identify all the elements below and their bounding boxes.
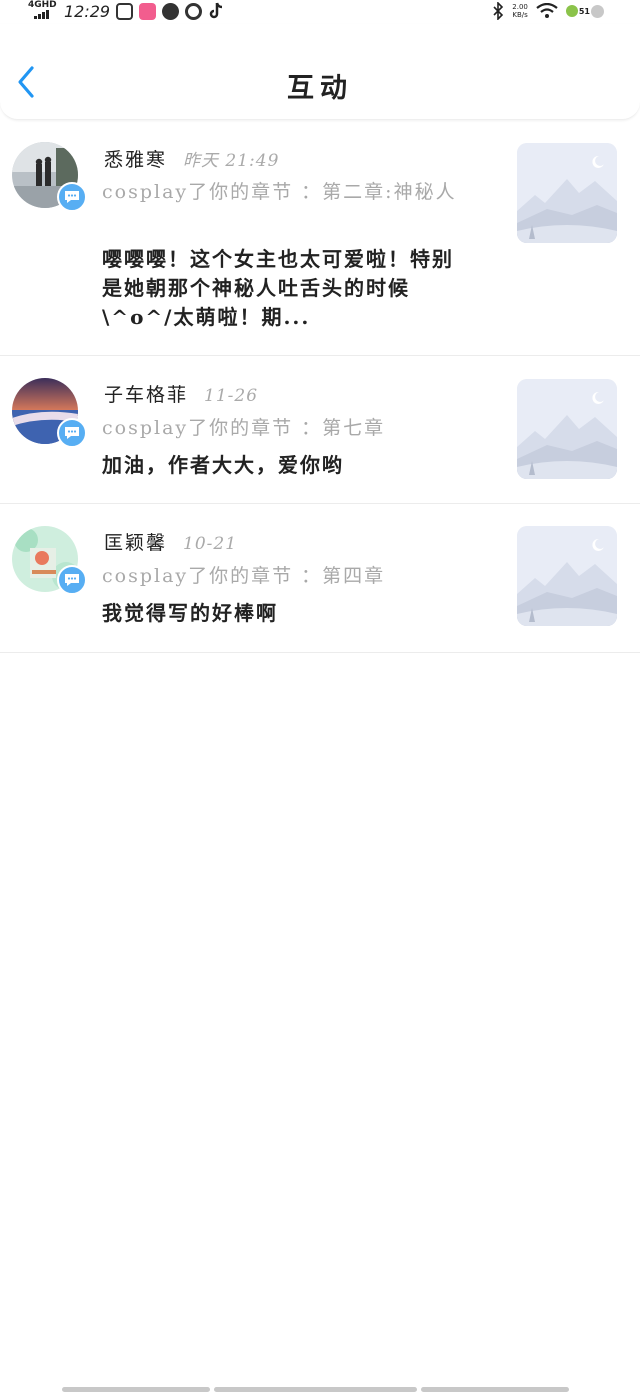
comment-badge-icon xyxy=(57,565,87,595)
list-item[interactable]: 悉雅寒 昨天 21:49 cosplay了你的章节 ：第二章:神秘人 嘤嘤嘤！这个… xyxy=(0,120,640,356)
tiktok-icon xyxy=(209,2,223,19)
cellular-signal-icon: 4GHD xyxy=(28,1,58,21)
wifi-icon xyxy=(536,3,558,18)
comment-text: 嘤嘤嘤！这个女主也太可爱啦！特别是她朝那个神秘人吐舌头的时候\^o^/太萌啦！期… xyxy=(102,247,454,329)
thumbnail-placeholder[interactable] xyxy=(517,379,617,479)
timestamp: 昨天 21:49 xyxy=(183,151,280,171)
status-bar: 4GHD 12:29 2.00 KB/s 51 xyxy=(0,0,640,24)
comment-badge-icon xyxy=(57,418,87,448)
sync-icon xyxy=(185,2,203,20)
list-item[interactable]: 子车格菲 11-26 cosplay了你的章节 ：第七章 加油，作者大大，爱你哟 xyxy=(0,356,640,504)
chapter-reference[interactable]: cosplay了你的章节 ：第七章 xyxy=(102,415,492,442)
chapter-reference[interactable]: cosplay了你的章节 ：第二章:神秘人 xyxy=(102,179,492,206)
network-speed: 2.00 KB/s xyxy=(512,3,528,19)
thumbnail-placeholder[interactable] xyxy=(517,143,617,243)
comment-badge-icon xyxy=(57,182,87,212)
gesture-bar-left xyxy=(62,1387,210,1392)
header-bar: 互动 xyxy=(0,24,640,120)
chapter-reference[interactable]: cosplay了你的章节 ：第四章 xyxy=(102,563,492,590)
play-icon xyxy=(162,2,180,20)
timestamp: 10-21 xyxy=(183,534,238,554)
list-item[interactable]: 匡颖馨 10-21 cosplay了你的章节 ：第四章 我觉得写的好棒啊 xyxy=(0,504,640,653)
user-name[interactable]: 悉雅寒 昨天 21:49 xyxy=(104,145,279,172)
thumbnail-placeholder[interactable] xyxy=(517,526,617,626)
page-title: 互动 xyxy=(287,73,353,104)
timestamp: 11-26 xyxy=(204,386,259,406)
user-name[interactable]: 子车格菲 11-26 xyxy=(104,380,258,407)
bilibili-icon xyxy=(139,2,157,20)
comment-text: 我觉得写的好棒啊 xyxy=(102,601,278,625)
gesture-bar-right xyxy=(421,1387,569,1392)
interaction-list: 悉雅寒 昨天 21:49 cosplay了你的章节 ：第二章:神秘人 嘤嘤嘤！这个… xyxy=(0,120,640,653)
battery-icon: 51 xyxy=(565,4,604,18)
app-notification-icon xyxy=(116,2,134,20)
status-time: 12:29 xyxy=(64,1,111,21)
gesture-bar-center xyxy=(214,1387,417,1392)
bluetooth-icon xyxy=(493,2,504,20)
user-name[interactable]: 匡颖馨 10-21 xyxy=(104,528,237,555)
comment-text: 加油，作者大大，爱你哟 xyxy=(102,453,344,477)
